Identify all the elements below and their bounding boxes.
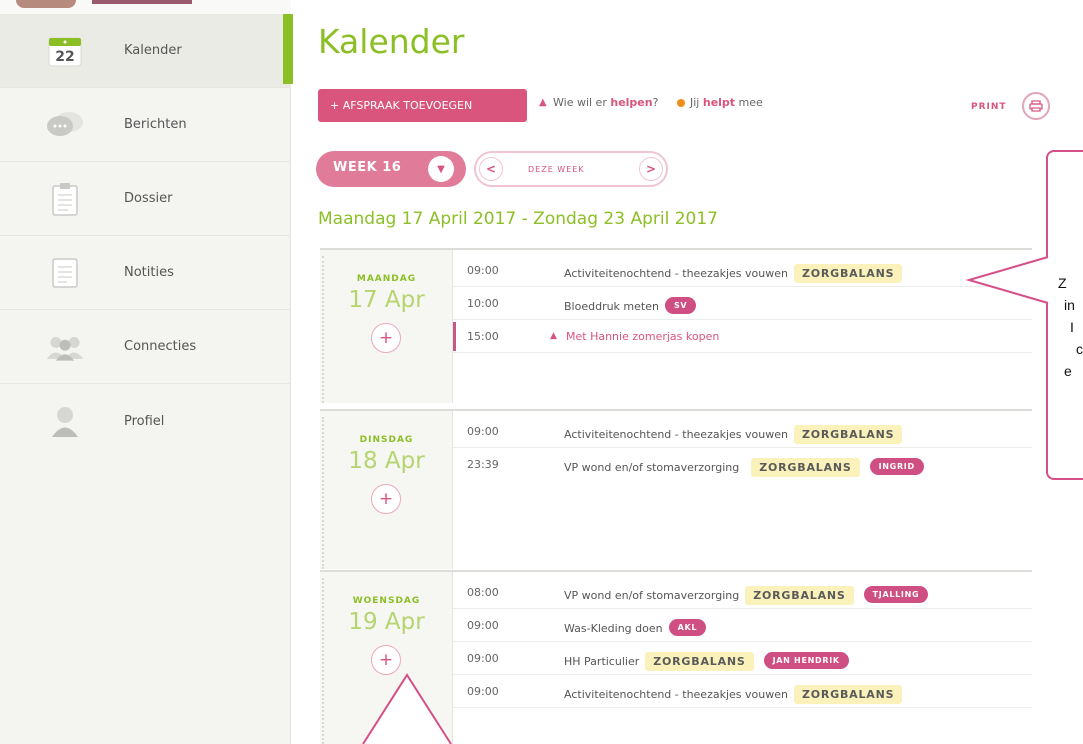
day-header: DINSDAG 18 Apr + — [320, 411, 453, 569]
event-time: 10:00 — [467, 296, 499, 310]
sidebar-item-label: Berichten — [124, 117, 187, 132]
day-date: 19 Apr — [348, 609, 425, 635]
person-tag: SV — [664, 297, 697, 314]
event-title: Met Hannie zomerjas kopen — [566, 330, 720, 343]
event-row[interactable]: 09:00 Activiteitenochtend - theezakjes v… — [453, 415, 1032, 448]
callout-pointer — [965, 256, 1049, 304]
event-row[interactable]: 10:00 Bloeddruk meten SV — [453, 287, 1032, 320]
event-title: Bloeddruk meten SV — [564, 297, 697, 314]
event-time: 09:00 — [467, 618, 499, 632]
sidebar-avatar-strip — [0, 0, 291, 14]
sidebar-item-label: Connecties — [124, 339, 197, 354]
sidebar-item-dossier[interactable]: Dossier — [0, 162, 291, 236]
user-icon — [45, 401, 85, 441]
event-row[interactable]: 09:00 Activiteitenochtend - theezakjes v… — [453, 254, 1032, 287]
day-name: MAANDAG — [356, 274, 417, 284]
event-row[interactable]: 09:00 HH Particulier ZORGBALANS JAN HENDRI… — [453, 642, 1032, 675]
sidebar-item-label: Kalender — [124, 43, 182, 58]
page-title: Kalender — [318, 22, 465, 61]
sidebar-item-berichten[interactable]: Berichten — [0, 88, 291, 162]
active-indicator — [283, 14, 293, 84]
day-block-dinsdag: DINSDAG 18 Apr + 09:00 Activiteitenochte… — [320, 409, 1032, 569]
event-title: Activiteitenochtend - theezakjes vouwen Z… — [564, 264, 903, 283]
sidebar-item-profiel[interactable]: Profiel — [0, 384, 291, 458]
event-time: 08:00 — [467, 585, 499, 599]
calendar-badge: 22 — [55, 49, 74, 65]
chevron-right-icon[interactable]: > — [639, 157, 663, 181]
event-title: VP wond en/of stomaverzorging ZORGBALANS I… — [564, 458, 924, 477]
day-header: MAANDAG 17 Apr + — [320, 250, 453, 403]
zorgbalans-badge: ZORGBALANS — [751, 458, 860, 477]
event-title: HH Particulier ZORGBALANS JAN HENDRIK — [564, 652, 849, 671]
callout-text: Z in I c e — [1058, 275, 1083, 379]
help-marker — [453, 322, 456, 351]
sidebar-item-label: Notities — [124, 265, 174, 280]
add-icon[interactable]: + — [371, 323, 401, 353]
avatar-fragment — [16, 0, 76, 8]
sidebar-item-kalender[interactable]: 22 Kalender — [0, 14, 291, 88]
add-icon[interactable]: + — [371, 645, 401, 675]
sidebar-item-label: Dossier — [124, 191, 173, 206]
legend-joins: Jij helpt mee — [690, 96, 763, 109]
calendar-icon: 22 — [45, 31, 85, 71]
day-name: WOENSDAG — [352, 596, 421, 606]
event-title: VP wond en/of stomaverzorging ZORGBALANS T… — [564, 586, 929, 605]
zorgbalans-badge: ZORGBALANS — [793, 425, 903, 444]
chevron-down-icon[interactable]: ▼ — [428, 156, 454, 182]
event-title: Activiteitenochtend - theezakjes vouwen Z… — [564, 425, 903, 444]
print-label[interactable]: PRINT — [971, 102, 1007, 112]
clipboard-icon — [45, 179, 85, 219]
legend-help: Wie wil er helpen? — [553, 96, 659, 109]
day-date: 17 Apr — [348, 287, 425, 313]
date-range: Maandag 17 April 2017 - Zondag 23 April … — [318, 209, 718, 229]
person-tag: JAN HENDRIK — [763, 652, 849, 669]
add-appointment-button[interactable]: + AFSPRAAK TOEVOEGEN — [318, 89, 527, 122]
triangle-icon: ▲ — [550, 331, 557, 341]
avatar-fragment — [92, 0, 192, 4]
day-date: 18 Apr — [348, 448, 425, 474]
add-icon[interactable]: + — [371, 484, 401, 514]
sidebar: 22 Kalender Berichten Dossier Notities C… — [0, 0, 291, 744]
chat-bubbles-icon — [45, 105, 85, 145]
event-row[interactable]: 09:00 Was-Kleding doen AKL — [453, 609, 1032, 642]
notes-icon — [45, 253, 85, 293]
event-time: 09:00 — [467, 424, 499, 438]
sidebar-item-label: Profiel — [124, 413, 165, 429]
printer-icon[interactable] — [1022, 92, 1050, 120]
event-time: 23:39 — [467, 458, 499, 471]
sidebar-item-notities[interactable]: Notities — [0, 236, 291, 310]
week-label: WEEK 16 — [333, 160, 402, 175]
person-tag: INGRID — [869, 458, 924, 475]
zorgbalans-badge: ZORGBALANS — [793, 264, 903, 283]
people-icon — [45, 327, 85, 367]
event-row[interactable]: 08:00 VP wond en/of stomaverzorging ZORGB… — [453, 576, 1032, 609]
dot-icon — [677, 99, 685, 107]
event-title: Was-Kleding doen AKL — [564, 619, 707, 636]
person-tag: AKL — [668, 619, 707, 636]
chevron-left-icon[interactable]: < — [479, 157, 503, 181]
event-time: 15:00 — [467, 329, 499, 343]
zorgbalans-badge: ZORGBALANS — [793, 685, 903, 704]
day-name: DINSDAG — [359, 435, 414, 445]
event-time: 09:00 — [467, 684, 499, 698]
zorgbalans-badge: ZORGBALANS — [745, 586, 854, 605]
this-week-button[interactable]: DEZE WEEK — [528, 165, 585, 174]
day-block-maandag: MAANDAG 17 Apr + 09:00 Activiteitenochte… — [320, 248, 1032, 403]
event-row[interactable]: 23:39 VP wond en/of stomaverzorging ZORGB… — [453, 448, 1032, 481]
sidebar-item-connecties[interactable]: Connecties — [0, 310, 291, 384]
event-title: Activiteitenochtend - theezakjes vouwen Z… — [564, 685, 903, 704]
zorgbalans-badge: ZORGBALANS — [645, 652, 754, 671]
bottom-pointer — [362, 673, 452, 744]
triangle-icon: ▲ — [539, 97, 547, 108]
person-tag: TJALLING — [863, 586, 929, 603]
event-time: 09:00 — [467, 651, 499, 665]
event-row[interactable]: 09:00 Activiteitenochtend - theezakjes v… — [453, 675, 1032, 708]
event-time: 09:00 — [467, 263, 499, 277]
event-row[interactable]: 15:00 ▲ Met Hannie zomerjas kopen — [453, 320, 1032, 353]
